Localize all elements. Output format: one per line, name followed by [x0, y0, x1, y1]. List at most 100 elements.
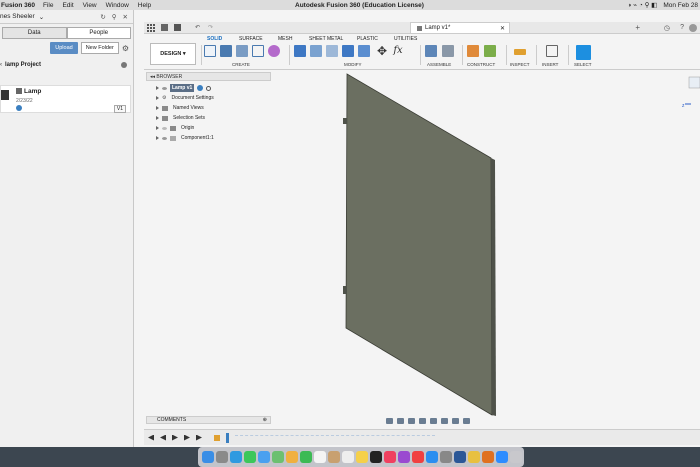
- look-at-icon[interactable]: [397, 417, 404, 424]
- refresh-icon[interactable]: ↻: [100, 13, 105, 21]
- orbit-icon[interactable]: [386, 417, 393, 424]
- expand-icon[interactable]: [156, 106, 159, 110]
- tv-icon[interactable]: [370, 451, 382, 463]
- tab-surface[interactable]: SURFACE: [239, 36, 263, 42]
- fillet-icon[interactable]: [310, 45, 322, 57]
- contacts-icon[interactable]: [328, 451, 340, 463]
- create-sketch-icon[interactable]: [204, 45, 216, 57]
- tab-data[interactable]: Data: [2, 27, 67, 39]
- tree-node-label[interactable]: Origin: [179, 124, 196, 132]
- display-settings-icon[interactable]: [441, 417, 448, 424]
- search-icon[interactable]: ⚲: [112, 13, 117, 21]
- viewport[interactable]: [271, 70, 700, 416]
- form-icon[interactable]: [268, 45, 280, 57]
- revolve-icon[interactable]: [236, 45, 248, 57]
- inspect-group-label[interactable]: INSPECT: [510, 62, 530, 67]
- expand-icon[interactable]: [156, 96, 159, 100]
- news-icon[interactable]: [412, 451, 424, 463]
- expand-icon[interactable]: [156, 136, 159, 140]
- redo-icon[interactable]: ↷: [208, 24, 213, 31]
- offset-plane-icon[interactable]: [467, 45, 479, 57]
- tree-root-label[interactable]: Lamp v1: [170, 84, 195, 92]
- press-pull-icon[interactable]: [294, 45, 306, 57]
- zoom-app-icon[interactable]: [496, 451, 508, 463]
- radio-icon[interactable]: [206, 85, 212, 91]
- version-selector[interactable]: V1: [113, 105, 126, 113]
- podcasts-icon[interactable]: [398, 451, 410, 463]
- insert-group-label[interactable]: INSERT: [542, 62, 558, 67]
- music-icon[interactable]: [384, 451, 396, 463]
- menu-help[interactable]: Help: [138, 2, 151, 9]
- construct-group-label[interactable]: CONSTRUCT: [467, 62, 495, 67]
- visibility-icon[interactable]: [162, 86, 167, 90]
- chrome-icon[interactable]: [468, 451, 480, 463]
- measure-icon[interactable]: [514, 49, 526, 55]
- gear-icon[interactable]: ⚙: [122, 44, 129, 53]
- tree-node-component[interactable]: Component1:1: [146, 133, 271, 143]
- timeline-marker-icon[interactable]: [226, 432, 229, 443]
- select-group-label[interactable]: SELECT: [574, 62, 592, 67]
- tab-solid[interactable]: SOLID: [207, 36, 222, 42]
- fit-icon[interactable]: [430, 417, 437, 424]
- viewcube[interactable]: z: [681, 72, 700, 112]
- expand-icon[interactable]: [156, 126, 159, 130]
- mail-icon[interactable]: [258, 451, 270, 463]
- menubar-app-name[interactable]: Fusion 360: [1, 2, 35, 9]
- design-thumbnail[interactable]: [1, 90, 9, 100]
- tree-node-label[interactable]: Selection Sets: [171, 114, 207, 122]
- assemble-group-label[interactable]: ASSEMBLE: [427, 62, 451, 67]
- menu-view[interactable]: View: [83, 2, 97, 9]
- design-workspace-button[interactable]: DESIGN ▾: [150, 43, 196, 65]
- joint-icon[interactable]: [442, 45, 454, 57]
- settings-icon[interactable]: [440, 451, 452, 463]
- comments-panel[interactable]: COMMENTS ⊕: [146, 416, 271, 424]
- facetime-icon[interactable]: [300, 451, 312, 463]
- tree-node-document-settings[interactable]: ⚙ Document Settings: [146, 93, 271, 103]
- menu-file[interactable]: File: [43, 2, 53, 9]
- back-chevron-icon[interactable]: ‹: [0, 62, 2, 68]
- combine-icon[interactable]: [342, 45, 354, 57]
- notes-icon[interactable]: [356, 451, 368, 463]
- file-icon[interactable]: [161, 24, 168, 31]
- app-grid-icon[interactable]: [147, 23, 155, 32]
- parameters-fx-icon[interactable]: fx: [392, 45, 404, 57]
- photos-icon[interactable]: [286, 451, 298, 463]
- reminders-icon[interactable]: [342, 451, 354, 463]
- project-people-icon[interactable]: [121, 62, 127, 68]
- tree-node-origin[interactable]: Origin: [146, 123, 271, 133]
- messages-icon[interactable]: [244, 451, 256, 463]
- new-component-icon[interactable]: [425, 45, 437, 57]
- zoom-icon[interactable]: [419, 417, 426, 424]
- expand-icon[interactable]: [156, 86, 159, 90]
- go-to-end-icon[interactable]: [196, 434, 202, 441]
- shell-icon[interactable]: [326, 45, 338, 57]
- tab-people[interactable]: People: [66, 27, 131, 39]
- menubar-clock[interactable]: Mon Feb 28: [663, 2, 698, 9]
- account-icon[interactable]: [689, 23, 697, 32]
- menu-window[interactable]: Window: [106, 2, 129, 9]
- calendar-icon[interactable]: [314, 451, 326, 463]
- step-back-icon[interactable]: [160, 434, 166, 441]
- create-group-label[interactable]: CREATE: [232, 62, 250, 67]
- step-forward-icon[interactable]: [184, 434, 190, 441]
- visibility-icon[interactable]: [162, 136, 167, 140]
- fusion-icon[interactable]: [482, 451, 494, 463]
- item-name[interactable]: Lamp: [24, 88, 41, 95]
- trash-icon[interactable]: [510, 451, 522, 463]
- tree-node-selection-sets[interactable]: Selection Sets: [146, 113, 271, 123]
- tab-plastic[interactable]: PLASTIC: [357, 36, 378, 42]
- menu-edit[interactable]: Edit: [62, 2, 73, 9]
- upload-button[interactable]: Upload: [50, 42, 78, 54]
- word-icon[interactable]: [454, 451, 466, 463]
- move-icon[interactable]: ✥: [376, 45, 388, 57]
- browser-header[interactable]: ◂◂ BROWSER: [146, 72, 271, 81]
- lamp-panel-body[interactable]: [345, 73, 493, 416]
- tab-mesh[interactable]: MESH: [278, 36, 292, 42]
- tree-root[interactable]: Lamp v1: [146, 83, 271, 93]
- project-name[interactable]: lamp Project: [5, 62, 41, 68]
- user-name[interactable]: nes Sheeler: [0, 13, 35, 20]
- viewports-icon[interactable]: [463, 417, 470, 424]
- modify-group-label[interactable]: MODIFY: [344, 62, 362, 67]
- doc-tab[interactable]: Lamp v1* ✕: [410, 22, 510, 34]
- new-tab-icon[interactable]: +: [635, 23, 640, 32]
